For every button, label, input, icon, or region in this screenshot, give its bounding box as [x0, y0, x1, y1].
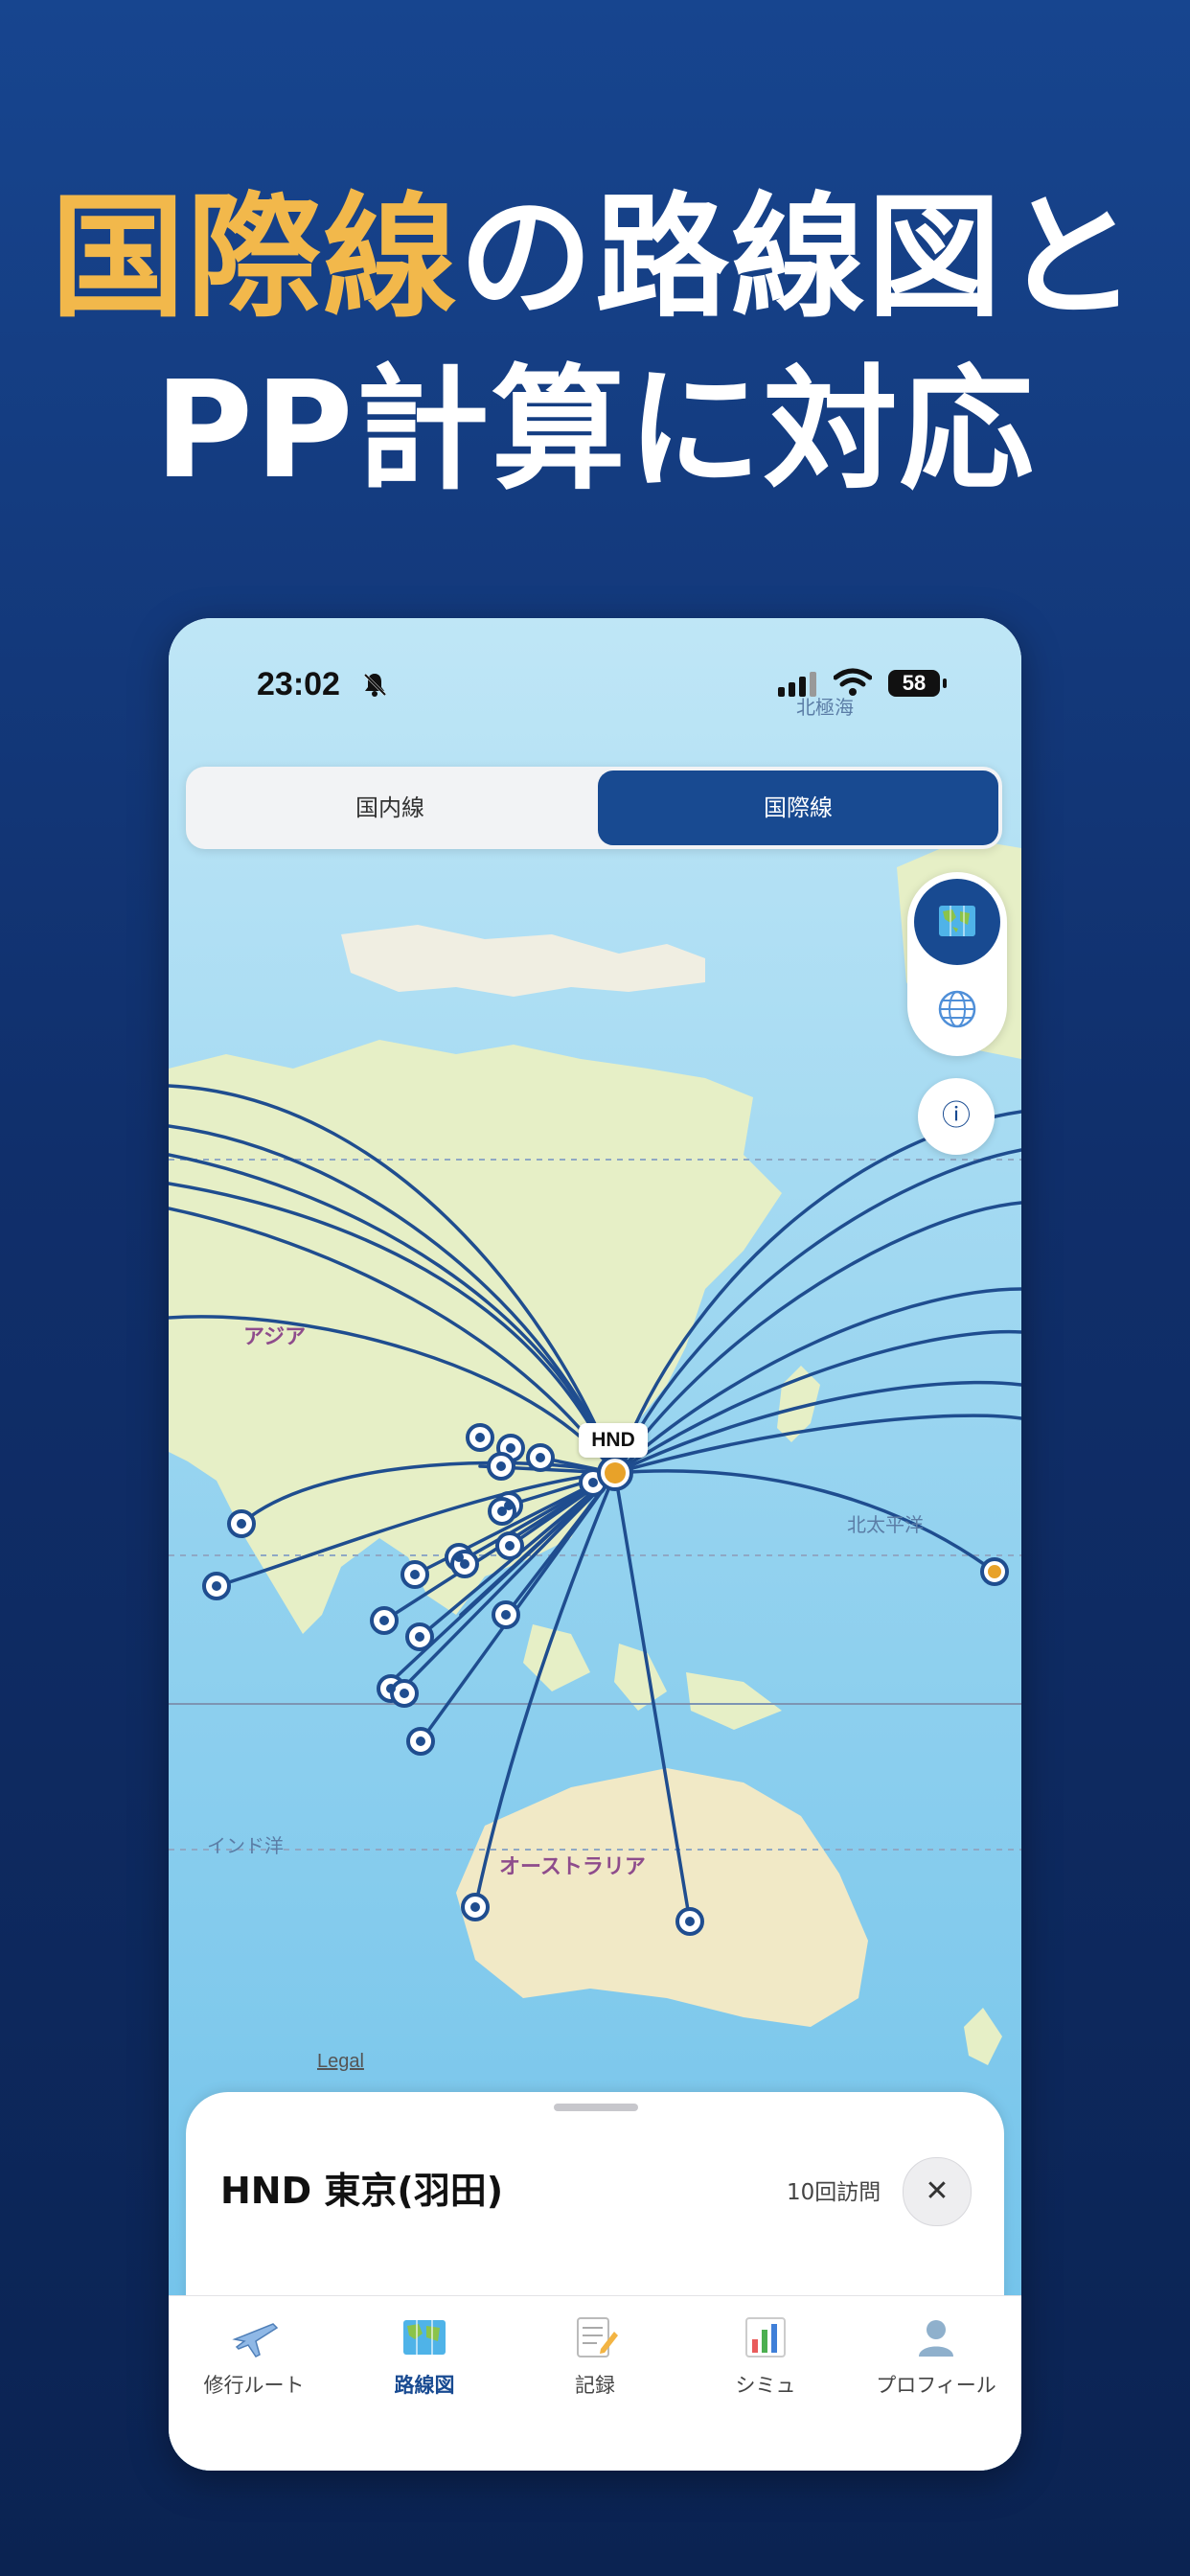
- sheet-grabber[interactable]: [554, 2104, 638, 2111]
- phone-screen: アジア オーストラリア 北太平洋 インド洋 北極海 HND 23:02 58 国…: [169, 618, 1021, 2471]
- headline-rest: の路線図と: [459, 180, 1140, 336]
- headline-line-1: 国際線の路線図と: [0, 172, 1190, 345]
- profile-icon: [919, 2320, 953, 2357]
- map-label-australia: オーストラリア: [499, 1855, 646, 1879]
- world-map-icon: [939, 906, 975, 936]
- map-label-asia: アジア: [243, 1325, 307, 1349]
- battery-level: 58: [888, 670, 940, 697]
- globe-mode-button[interactable]: [933, 985, 981, 1033]
- visit-count: 10回訪問: [787, 2180, 881, 2205]
- airport-title: HND 東京(羽田): [220, 2170, 504, 2212]
- memo-icon: [577, 2317, 618, 2358]
- signal-icon: [778, 672, 816, 697]
- tab-label: 路線図: [394, 2374, 455, 2397]
- map-label-north-pacific: 北太平洋: [847, 1513, 924, 1536]
- map-mode-button[interactable]: [914, 879, 1000, 965]
- status-time: 23:02: [257, 666, 340, 702]
- map-icon: [403, 2320, 446, 2355]
- hub-label[interactable]: HND: [579, 1423, 648, 1458]
- tab-profile[interactable]: プロフィール: [851, 2311, 1021, 2399]
- map-label-indian-ocean: インド洋: [207, 1834, 284, 1857]
- legal-link[interactable]: Legal: [317, 2051, 364, 2073]
- headline-accent: 国際線: [50, 180, 459, 336]
- tab-label: シミュ: [735, 2374, 796, 2397]
- tab-route-map[interactable]: 路線図: [339, 2311, 510, 2399]
- airplane-icon: [232, 2323, 279, 2358]
- tab-simulation[interactable]: シミュ: [680, 2311, 851, 2399]
- headline: 国際線の路線図と PP計算に対応: [0, 172, 1190, 518]
- status-bar: 23:02 58: [169, 666, 1021, 704]
- close-button[interactable]: ✕: [903, 2157, 972, 2226]
- battery-icon: [943, 678, 947, 688]
- info-icon: ⓘ: [942, 1099, 971, 1133]
- wifi-icon: [834, 668, 872, 696]
- tab-label: 記録: [575, 2374, 615, 2397]
- segment-domestic[interactable]: 国内線: [190, 770, 590, 845]
- route-type-segmented-control: 国内線 国際線: [186, 767, 1002, 849]
- bell-slash-icon: [363, 673, 387, 697]
- bar-chart-icon: [745, 2317, 786, 2358]
- close-icon: ✕: [925, 2174, 950, 2208]
- map-style-toggle: [907, 872, 1007, 1056]
- tab-training-route[interactable]: 修行ルート: [169, 2311, 339, 2399]
- info-button[interactable]: ⓘ: [918, 1078, 995, 1155]
- headline-line-2: PP計算に対応: [154, 353, 1036, 509]
- tab-records[interactable]: 記録: [510, 2311, 680, 2399]
- tab-label: 修行ルート: [203, 2374, 305, 2397]
- segment-international[interactable]: 国際線: [598, 770, 998, 845]
- tab-bar: 修行ルート 路線図 記録 シミュ プロフィール: [169, 2295, 1021, 2471]
- tab-label: プロフィール: [876, 2374, 996, 2397]
